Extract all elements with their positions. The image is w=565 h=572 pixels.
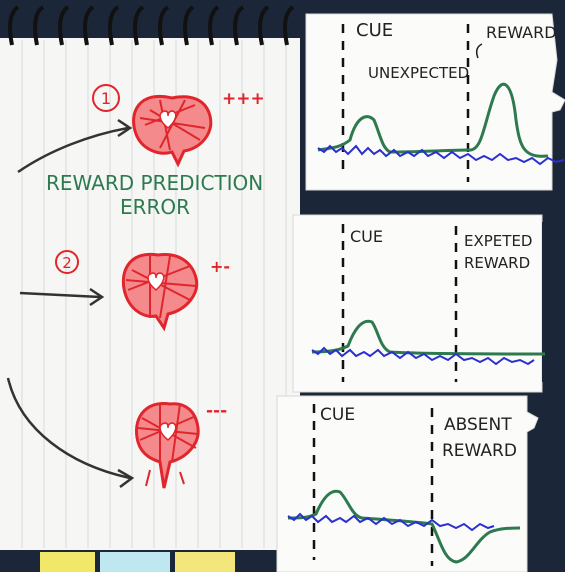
card-3-cue: CUE	[320, 405, 355, 425]
sticky-note-yellow-2	[175, 552, 235, 572]
signs-label-3: ---	[206, 401, 227, 421]
signs-label-2: +-	[210, 257, 230, 276]
number-label-2: 2	[62, 254, 72, 272]
photo-scene: 1 +++ REWARD PREDICTION ERROR 2 +- --- C…	[0, 0, 565, 572]
card-1-cue: CUE	[356, 20, 393, 41]
notebook-photo: 1 +++ REWARD PREDICTION ERROR 2 +- --- C…	[0, 0, 565, 572]
signs-label-1: +++	[222, 89, 265, 109]
sticky-note-blue	[100, 552, 170, 572]
card-1: CUE REWARD UNEXPECTED	[305, 13, 565, 191]
card-3: CUE ABSENT REWARD	[276, 395, 539, 572]
card-2-reward-line2: REWARD	[464, 254, 530, 272]
card-2-cue: CUE	[350, 227, 383, 246]
card-3-reward-line2: REWARD	[442, 441, 517, 461]
rpe-label-line2: ERROR	[120, 195, 190, 219]
sticky-note-yellow	[40, 552, 95, 572]
rpe-label-line1: REWARD PREDICTION	[46, 171, 263, 195]
card-2: CUE EXPETED REWARD	[292, 214, 565, 393]
card-2-reward-line1: EXPETED	[464, 232, 532, 250]
number-label-1: 1	[101, 89, 111, 108]
card-3-reward-line1: ABSENT	[444, 415, 512, 435]
card-1-reward: REWARD	[486, 23, 557, 42]
card-1-note: UNEXPECTED	[368, 64, 469, 82]
